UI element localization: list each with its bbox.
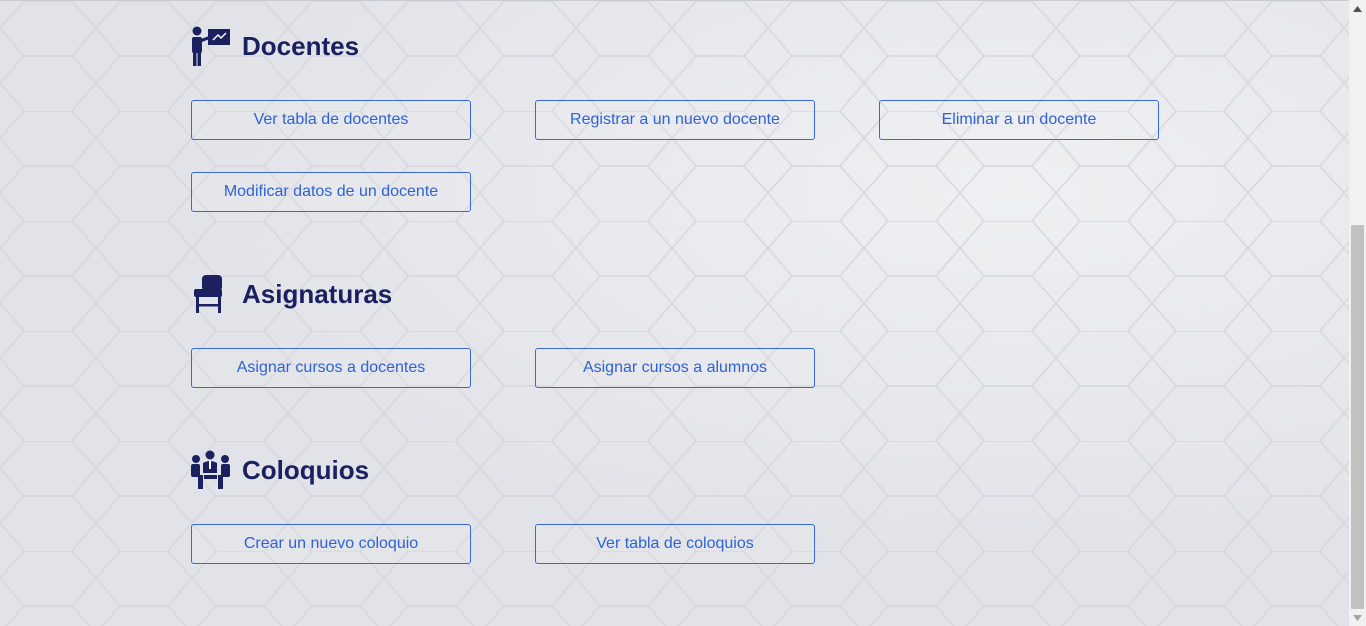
scroll-up-arrow-icon[interactable] <box>1349 0 1366 17</box>
section-asignaturas-header: Asignaturas <box>190 273 392 315</box>
section-coloquios-title: Coloquios <box>242 454 370 485</box>
section-asignaturas-title: Asignaturas <box>242 278 393 309</box>
scroll-down-arrow-icon[interactable] <box>1349 609 1366 626</box>
section-coloquios-header: Coloquios <box>190 449 369 491</box>
asignar-cursos-docentes-button[interactable]: Asignar cursos a docentes <box>191 348 471 388</box>
crear-coloquio-button[interactable]: Crear un nuevo coloquio <box>191 524 471 564</box>
section-docentes-title: Docentes <box>242 30 360 61</box>
section-docentes-header: Docentes <box>190 25 359 67</box>
page-content: Docentes Ver tabla de docentes Registrar… <box>0 0 1349 626</box>
scrollbar-thumb[interactable] <box>1351 225 1364 609</box>
meeting-group-icon <box>190 449 232 491</box>
vertical-scrollbar[interactable] <box>1349 0 1366 626</box>
registrar-docente-button[interactable]: Registrar a un nuevo docente <box>535 100 815 140</box>
teacher-board-icon <box>190 25 232 67</box>
school-desk-icon <box>190 273 232 315</box>
modificar-docente-button[interactable]: Modificar datos de un docente <box>191 172 471 212</box>
asignar-cursos-alumnos-button[interactable]: Asignar cursos a alumnos <box>535 348 815 388</box>
ver-tabla-docentes-button[interactable]: Ver tabla de docentes <box>191 100 471 140</box>
eliminar-docente-button[interactable]: Eliminar a un docente <box>879 100 1159 140</box>
ver-tabla-coloquios-button[interactable]: Ver tabla de coloquios <box>535 524 815 564</box>
